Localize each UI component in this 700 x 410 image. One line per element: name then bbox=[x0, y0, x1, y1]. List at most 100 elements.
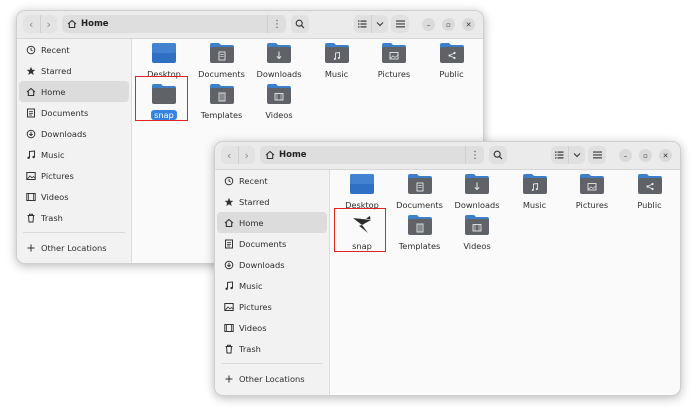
sidebar-item-starred[interactable]: Starred bbox=[19, 60, 129, 81]
music-icon bbox=[224, 280, 234, 291]
sidebar-item-label: Music bbox=[239, 280, 263, 291]
close-button[interactable]: ✕ bbox=[462, 18, 475, 31]
path-bar[interactable]: Home ⋮ bbox=[62, 15, 286, 33]
sidebar-item-other-locations[interactable]: Other Locations bbox=[217, 368, 327, 389]
file-item-templates[interactable]: Templates bbox=[391, 214, 449, 254]
sidebar-item-home[interactable]: Home bbox=[217, 212, 327, 233]
path-label: Home bbox=[81, 19, 109, 29]
back-button[interactable]: ‹ bbox=[221, 146, 238, 164]
maximize-icon: ▫ bbox=[643, 151, 648, 160]
forward-button[interactable]: › bbox=[39, 15, 58, 33]
sidebar-item-downloads[interactable]: Downloads bbox=[217, 254, 327, 275]
home-icon bbox=[67, 19, 77, 29]
maximize-button[interactable]: ▫ bbox=[639, 149, 652, 162]
trash-icon bbox=[26, 213, 36, 223]
recent-icon bbox=[26, 45, 36, 55]
file-label: Templates bbox=[398, 241, 441, 251]
forward-button[interactable]: › bbox=[237, 146, 256, 164]
maximize-icon: ▫ bbox=[446, 20, 451, 29]
file-label: Public bbox=[637, 200, 662, 210]
snap-highlight-box bbox=[334, 208, 386, 252]
sidebar-item-other-locations[interactable]: Other Locations bbox=[19, 237, 129, 258]
maximize-button[interactable]: ▫ bbox=[442, 18, 455, 31]
headerbar: ‹ › Home ⋮ – ▫ ✕ bbox=[17, 11, 483, 39]
sidebar-item-downloads[interactable]: Downloads bbox=[19, 123, 129, 144]
file-item-videos[interactable]: Videos bbox=[448, 214, 506, 254]
folder-icon bbox=[464, 173, 490, 198]
search-button[interactable] bbox=[291, 15, 309, 33]
path-menu-button[interactable]: ⋮ bbox=[465, 146, 484, 164]
file-label: Pictures bbox=[377, 69, 411, 79]
chevron-down-icon bbox=[573, 153, 581, 158]
file-item-pictures[interactable]: Pictures bbox=[563, 173, 621, 213]
file-label: Pictures bbox=[575, 200, 609, 210]
file-item-templates[interactable]: Templates bbox=[193, 83, 251, 123]
list-view-button[interactable] bbox=[354, 15, 371, 33]
documents-icon bbox=[26, 108, 36, 118]
close-button[interactable]: ✕ bbox=[659, 149, 672, 162]
sidebar-item-label: Starred bbox=[41, 65, 72, 76]
nav-buttons: ‹ › bbox=[23, 15, 57, 33]
file-item-documents[interactable]: Documents bbox=[193, 42, 251, 82]
list-view-button[interactable] bbox=[551, 146, 568, 164]
sidebar-item-music[interactable]: Music bbox=[217, 275, 327, 296]
minimize-button[interactable]: – bbox=[619, 149, 632, 162]
main-menu-button[interactable] bbox=[391, 15, 409, 33]
file-item-public[interactable]: Public bbox=[621, 173, 679, 213]
sidebar-item-home[interactable]: Home bbox=[19, 81, 129, 102]
sidebar-separator bbox=[23, 232, 125, 233]
sidebar-item-label: Downloads bbox=[239, 259, 285, 270]
sidebar-separator bbox=[221, 363, 323, 364]
minimize-button[interactable]: – bbox=[422, 18, 435, 31]
file-label: Music bbox=[522, 200, 547, 210]
downloads-icon bbox=[26, 129, 36, 139]
file-item-music[interactable]: Music bbox=[506, 173, 564, 213]
view-toggle-group bbox=[551, 146, 585, 164]
folder-icon bbox=[266, 83, 292, 108]
star-icon bbox=[26, 66, 36, 76]
sidebar-item-music[interactable]: Music bbox=[19, 144, 129, 165]
path-bar[interactable]: Home ⋮ bbox=[260, 146, 484, 164]
file-item-music[interactable]: Music bbox=[308, 42, 366, 82]
file-label: Music bbox=[324, 69, 349, 79]
sidebar-item-trash[interactable]: Trash bbox=[217, 338, 327, 359]
file-item-downloads[interactable]: Downloads bbox=[250, 42, 308, 82]
folder-icon bbox=[637, 173, 663, 198]
sidebar-item-videos[interactable]: Videos bbox=[217, 317, 327, 338]
sidebar-item-recent[interactable]: Recent bbox=[19, 39, 129, 60]
file-item-pictures[interactable]: Pictures bbox=[365, 42, 423, 82]
file-item-videos[interactable]: Videos bbox=[250, 83, 308, 123]
sidebar-item-label: Home bbox=[239, 217, 264, 228]
sidebar-item-pictures[interactable]: Pictures bbox=[217, 296, 327, 317]
file-item-downloads[interactable]: Downloads bbox=[448, 173, 506, 213]
file-item-desktop[interactable]: Desktop bbox=[333, 173, 391, 213]
music-icon bbox=[26, 149, 36, 160]
star-icon bbox=[224, 197, 234, 207]
sidebar-item-documents[interactable]: Documents bbox=[19, 102, 129, 123]
sidebar-item-recent[interactable]: Recent bbox=[217, 170, 327, 191]
file-item-documents[interactable]: Documents bbox=[391, 173, 449, 213]
folder-icon bbox=[266, 42, 292, 67]
sidebar-item-documents[interactable]: Documents bbox=[217, 233, 327, 254]
file-item-public[interactable]: Public bbox=[423, 42, 481, 82]
sidebar-item-label: Other Locations bbox=[41, 242, 107, 253]
desktop-folder-icon bbox=[151, 42, 177, 67]
search-button[interactable] bbox=[489, 146, 507, 164]
view-options-button[interactable] bbox=[370, 15, 389, 33]
sidebar-item-label: Starred bbox=[239, 196, 270, 207]
sidebar-item-label: Trash bbox=[239, 343, 261, 354]
sidebar-item-trash[interactable]: Trash bbox=[19, 207, 129, 228]
sidebar-item-starred[interactable]: Starred bbox=[217, 191, 327, 212]
sidebar-item-pictures[interactable]: Pictures bbox=[19, 165, 129, 186]
sidebar-item-label: Videos bbox=[239, 322, 267, 333]
minimize-icon: – bbox=[426, 20, 431, 29]
folder-icon bbox=[464, 214, 490, 239]
back-button[interactable]: ‹ bbox=[23, 15, 40, 33]
sidebar-item-videos[interactable]: Videos bbox=[19, 186, 129, 207]
path-menu-button[interactable]: ⋮ bbox=[267, 15, 286, 33]
sidebar-item-label: Other Locations bbox=[239, 373, 305, 384]
file-label: Videos bbox=[265, 110, 293, 120]
view-options-button[interactable] bbox=[567, 146, 586, 164]
main-menu-button[interactable] bbox=[588, 146, 606, 164]
sidebar-item-label: Pictures bbox=[239, 301, 272, 312]
